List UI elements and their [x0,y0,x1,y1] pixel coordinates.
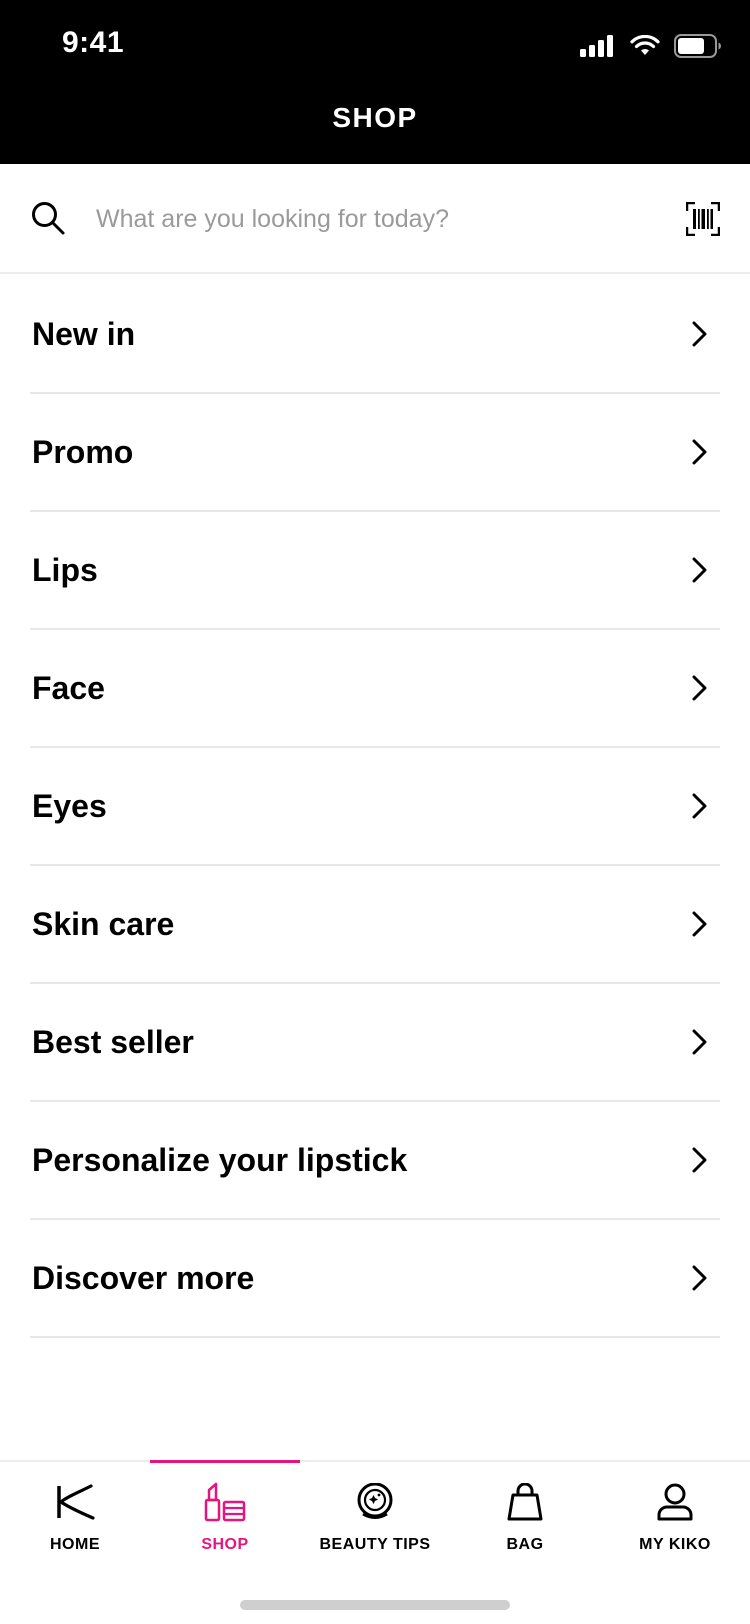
chevron-right-icon [692,1265,707,1291]
chevron-right-icon [692,1147,707,1173]
lipstick-icon [204,1482,246,1522]
bottom-tab-bar: HOME SHOP BEAUTY TIPS BAG MY KIKO [0,1460,750,1624]
home-indicator [240,1600,510,1610]
tab-label: HOME [50,1536,100,1553]
menu-item-label: Lips [32,551,98,588]
menu-item-label: New in [32,315,136,352]
barcode-scan-icon[interactable] [686,202,720,236]
menu-item-label: Eyes [32,787,107,824]
search-input[interactable] [96,194,656,244]
chevron-right-icon [692,1029,707,1055]
menu-item-skin-care[interactable]: Skin care [30,866,720,984]
menu-item-promo[interactable]: Promo [30,394,720,512]
menu-item-discover-more[interactable]: Discover more [30,1220,720,1338]
compact-mirror-icon [357,1483,393,1519]
menu-item-label: Skin care [32,905,175,942]
menu-item-label: Personalize your lipstick [32,1141,408,1178]
menu-item-label: Discover more [32,1259,255,1296]
tab-label: BEAUTY TIPS [319,1536,431,1553]
chevron-right-icon [692,793,707,819]
tab-bag[interactable]: BAG [450,1462,600,1572]
wifi-icon [630,35,660,55]
tab-label: BAG [506,1536,544,1553]
tab-label: MY KIKO [639,1536,711,1553]
chevron-right-icon [692,911,707,937]
menu-item-label: Best seller [32,1023,194,1060]
top-bar: 9:41 SHOP [0,0,750,164]
tab-beauty-tips[interactable]: BEAUTY TIPS [300,1462,450,1572]
tab-label: SHOP [201,1536,249,1553]
page-title: SHOP [332,102,418,133]
tab-shop[interactable]: SHOP [150,1460,300,1572]
search-icon[interactable] [30,200,66,236]
menu-item-lips[interactable]: Lips [30,512,720,630]
kiko-logo-icon [57,1484,95,1520]
tab-my-kiko[interactable]: MY KIKO [600,1462,750,1572]
status-time: 9:41 [62,26,125,59]
menu-item-label: Face [32,669,105,706]
search-bar [0,164,750,274]
chevron-right-icon [692,675,707,701]
battery-icon [674,34,721,58]
menu-item-eyes[interactable]: Eyes [30,748,720,866]
tab-home[interactable]: HOME [0,1462,150,1572]
shopping-bag-icon [507,1483,543,1521]
signal-icon [580,35,613,57]
chevron-right-icon [692,557,707,583]
menu-item-face[interactable]: Face [30,630,720,748]
status-icons [580,34,722,58]
category-menu: New in Promo Lips Face Eyes Skin care Be… [0,276,750,1338]
menu-item-new-in[interactable]: New in [30,276,720,394]
menu-item-personalize-lipstick[interactable]: Personalize your lipstick [30,1102,720,1220]
menu-item-label: Promo [32,433,134,470]
user-icon [657,1483,693,1521]
chevron-right-icon [692,439,707,465]
chevron-right-icon [692,321,707,347]
menu-item-best-seller[interactable]: Best seller [30,984,720,1102]
